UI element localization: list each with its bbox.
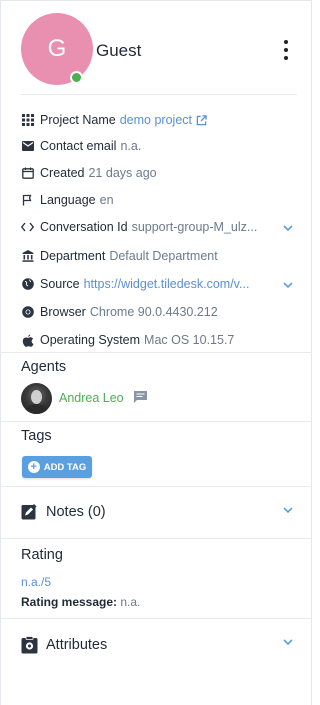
expand-conversation-id-chevron-icon[interactable] (281, 221, 295, 235)
visitor-name: Guest (96, 41, 142, 60)
envelope-icon (21, 140, 34, 153)
open-in-new-icon[interactable] (196, 114, 207, 126)
tags-title: Tags (21, 428, 52, 444)
project-name-label: Project Name (40, 113, 116, 127)
avatar-letter: G (47, 35, 67, 62)
created-label: Created (40, 166, 85, 180)
info-row-browser: Browser Chrome 90.0.4430.212 (21, 304, 218, 320)
add-circle-icon: + (27, 461, 40, 473)
apple-icon (21, 334, 34, 347)
project-name-link[interactable]: demo project (120, 113, 192, 127)
info-row-operating-system: Operating System Mac OS 10.15.7 (21, 332, 234, 348)
globe-icon (21, 278, 34, 291)
source-label: Source (40, 277, 80, 291)
source-url-link[interactable]: https://widget.tiledesk.com/v... (84, 277, 250, 291)
contact-email-label: Contact email (40, 139, 117, 153)
chrome-icon (21, 306, 34, 319)
info-row-department: Department Default Department (21, 248, 218, 264)
rating-message-value: n.a. (120, 595, 141, 609)
info-row-email: Contact email n.a. (21, 138, 141, 154)
online-status-dot (70, 71, 83, 84)
agent-avatar (21, 383, 52, 414)
expand-notes-chevron-icon[interactable] (281, 503, 295, 517)
calendar-icon (21, 167, 34, 180)
operating-system-value: Mac OS 10.15.7 (144, 333, 235, 347)
agents-title: Agents (21, 359, 67, 375)
department-label: Department (40, 249, 106, 263)
rating-message-label: Rating message: (21, 595, 118, 609)
divider-notes (0, 486, 312, 487)
more-vert-icon[interactable] (278, 40, 294, 60)
conversation-id-label: Conversation Id (40, 220, 128, 234)
rating-message: Rating message: n.a. (21, 595, 140, 609)
top-border (0, 0, 312, 1)
flag-icon (21, 194, 34, 207)
info-row-created: Created 21 days ago (21, 165, 157, 181)
notes-section-header[interactable]: Notes (0) (21, 503, 106, 520)
operating-system-label: Operating System (40, 333, 141, 347)
conversation-id-value: support-group-M_ulz... (131, 220, 258, 234)
chat-icon[interactable] (133, 390, 148, 404)
divider-tags (0, 421, 312, 422)
contact-email-value: n.a. (120, 139, 142, 153)
info-row-conversation-id: Conversation Id support-group-M_ulz... (21, 219, 257, 235)
rating-value: n.a./5 (21, 575, 52, 589)
expand-attributes-chevron-icon[interactable] (281, 635, 295, 649)
code-icon (21, 221, 34, 234)
agent-name[interactable]: Andrea Leo (59, 391, 124, 405)
add-tag-button[interactable]: + ADD TAG (22, 456, 92, 478)
divider-agents (0, 352, 312, 353)
divider-attributes (0, 618, 312, 619)
divider-rating (0, 538, 312, 539)
expand-source-chevron-icon[interactable] (281, 278, 295, 292)
language-value: en (99, 193, 114, 207)
attributes-section-header[interactable]: Attributes (21, 636, 107, 654)
header-divider (21, 94, 297, 95)
info-row-project: Project Name demo project (21, 112, 207, 128)
language-label: Language (40, 193, 96, 207)
browser-label: Browser (40, 305, 86, 319)
browser-value: Chrome 90.0.4430.212 (89, 305, 218, 319)
info-row-source: Source https://widget.tiledesk.com/v... (21, 276, 249, 292)
rating-title: Rating (21, 547, 63, 563)
apps-grid-icon (21, 114, 34, 127)
edit-note-icon (21, 503, 38, 520)
bank-icon (21, 250, 34, 263)
add-tag-label: ADD TAG (43, 461, 87, 473)
notes-title: Notes (0) (46, 503, 106, 520)
department-value: Default Department (109, 249, 218, 263)
info-row-language: Language en (21, 192, 114, 208)
created-value: 21 days ago (88, 166, 157, 180)
attributes-gear-clipboard-icon (21, 636, 38, 654)
attributes-title: Attributes (46, 637, 108, 653)
